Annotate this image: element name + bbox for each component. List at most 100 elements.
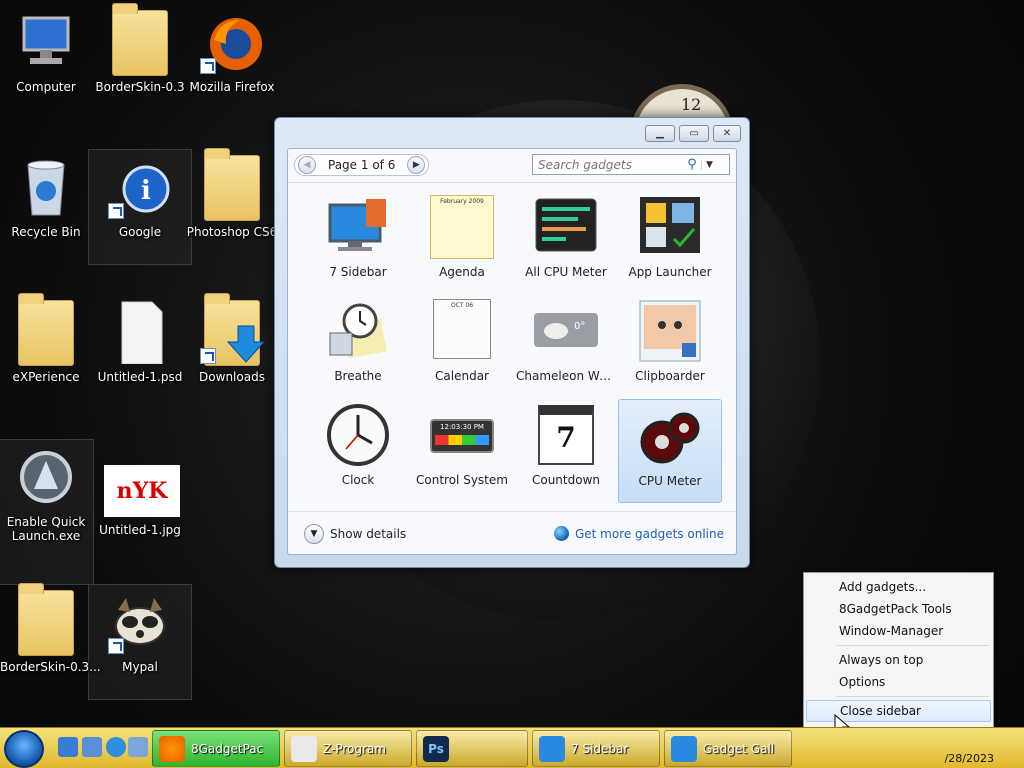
breathe-gadget-icon xyxy=(326,299,390,363)
desktop-icon-firefox[interactable]: Mozilla Firefox xyxy=(186,10,278,94)
agenda-header: February 2009 xyxy=(430,195,494,259)
desktop-icon-label: BorderSkin-0.3 xyxy=(95,80,185,94)
page-indicator: Page 1 of 6 xyxy=(328,158,396,172)
desktop-icon-experience[interactable]: eXPerience xyxy=(0,293,92,384)
desktop-icon-untitled-jpg[interactable]: nYK Untitled-1.jpg xyxy=(94,445,186,537)
desktop-icon-borderskin[interactable]: BorderSkin-0.3 xyxy=(94,3,186,94)
folder-icon xyxy=(14,293,78,366)
gadget-label: Clipboarder xyxy=(635,369,705,383)
cpu-meter-gadget-icon xyxy=(534,195,598,259)
internet-explorer-icon[interactable] xyxy=(106,737,126,757)
menu-item-window-manager[interactable]: Window-Manager xyxy=(806,620,991,642)
tray-date[interactable]: /28/2023 xyxy=(945,752,994,765)
task-photoshop[interactable]: Ps xyxy=(416,730,528,767)
get-more-gadgets-link[interactable]: Get more gadgets online xyxy=(553,526,724,541)
raccoon-icon xyxy=(108,590,172,654)
desktop-icon-computer[interactable]: Computer xyxy=(0,10,92,94)
task-z-program[interactable]: Z-Program xyxy=(284,730,412,767)
menu-item-add-gadgets[interactable]: Add gadgets... xyxy=(806,576,991,598)
gadget-chameleon-weather[interactable]: 0° Chameleon We... xyxy=(514,295,618,399)
menu-separator xyxy=(836,696,989,697)
task-7-sidebar[interactable]: 7 Sidebar xyxy=(532,730,660,767)
minimize-button[interactable]: ▁ xyxy=(645,125,675,142)
firefox-icon xyxy=(200,10,264,74)
gadget-clipboarder[interactable]: Clipboarder xyxy=(618,295,722,399)
gadget-label: Agenda xyxy=(439,265,485,279)
desktop-icon-label: Photoshop CS6 xyxy=(186,225,278,239)
gadget-agenda[interactable]: February 2009 Agenda xyxy=(410,191,514,295)
chevron-down-icon: ▼ xyxy=(304,524,324,544)
desktop-icon-label: Untitled-1.psd xyxy=(97,370,183,384)
show-details-label: Show details xyxy=(330,527,407,541)
agenda-gadget-icon: February 2009 xyxy=(430,195,494,259)
gadget-gallery-window[interactable]: ▁ ▭ ✕ ◀ Page 1 of 6 ▶ ⚲ ▼ 7 Sidebar Febr… xyxy=(274,117,750,568)
task-gadget-gallery[interactable]: Gadget Gall xyxy=(664,730,792,767)
taskbar: 8GadgetPac Z-Program Ps 7 Sidebar Gadget… xyxy=(0,727,1024,768)
switch-windows-icon[interactable] xyxy=(128,737,148,757)
next-page-button[interactable]: ▶ xyxy=(407,156,426,174)
menu-item-gadgetpack-tools[interactable]: 8GadgetPack Tools xyxy=(806,598,991,620)
gadget-calendar[interactable]: OCT 06 Calendar xyxy=(410,295,514,399)
gadget-label: Control System xyxy=(416,473,508,487)
desktop-icon-label: Mypal xyxy=(122,660,158,674)
maximize-button[interactable]: ▭ xyxy=(679,125,709,142)
gadget-label: Breathe xyxy=(334,369,382,383)
control-system-gadget-icon: 12:03:30 PM xyxy=(430,403,494,467)
desktop-icon-label: Enable Quick Launch.exe xyxy=(6,515,86,543)
menu-item-options[interactable]: Options xyxy=(806,671,991,693)
monitor-gadget-icon xyxy=(326,195,390,259)
desktop-icon-recycle-bin[interactable]: Recycle Bin xyxy=(0,155,92,239)
chevron-down-icon[interactable]: ▼ xyxy=(701,159,717,170)
window-controls: ▁ ▭ ✕ xyxy=(645,125,741,142)
firefox-icon xyxy=(159,735,185,762)
gadget-label: Clock xyxy=(341,473,375,487)
previous-page-button[interactable]: ◀ xyxy=(298,156,316,174)
search-input[interactable] xyxy=(533,157,683,172)
svg-text:i: i xyxy=(141,176,151,206)
gadget-clock[interactable]: Clock xyxy=(306,399,410,503)
menu-item-always-on-top[interactable]: Always on top xyxy=(806,649,991,671)
desktop-icon-enable-quick-launch[interactable]: Enable Quick Launch.exe xyxy=(0,439,94,585)
gadget-countdown[interactable]: 7 Countdown xyxy=(514,399,618,503)
task-8gadgetpack[interactable]: 8GadgetPac xyxy=(152,730,280,767)
gadget-label: CPU Meter xyxy=(638,474,702,488)
countdown-number: 7 xyxy=(538,405,594,465)
gadget-label: App Launcher xyxy=(628,265,712,279)
divider xyxy=(288,511,736,512)
get-more-gadgets-label: Get more gadgets online xyxy=(574,526,724,541)
zip-folder-icon xyxy=(14,583,78,656)
show-desktop-icon[interactable] xyxy=(58,737,78,757)
gadget-control-system[interactable]: 12:03:30 PM Control System xyxy=(410,399,514,503)
gadget-label: Countdown xyxy=(531,473,600,487)
gadget-label: Calendar xyxy=(435,369,489,383)
start-button[interactable] xyxy=(4,730,44,768)
shortcut-arrow-icon xyxy=(200,58,216,74)
desktop-icon-photoshop[interactable]: Photoshop CS6 xyxy=(186,148,278,239)
clock-gadget-icon xyxy=(326,403,390,467)
photoshop-icon: Ps xyxy=(423,735,449,762)
desktop-icon-label: Untitled-1.jpg xyxy=(99,523,181,537)
task-label: Gadget Gall xyxy=(703,741,775,756)
desktop-icon-mypal[interactable]: Mypal xyxy=(88,584,192,700)
search-box[interactable]: ⚲ ▼ xyxy=(532,154,730,175)
gadget-cpu-meter[interactable]: CPU Meter xyxy=(618,399,722,503)
desktop-icon-label: eXPerience xyxy=(12,370,80,384)
desktop-icon-untitled-psd[interactable]: Untitled-1.psd xyxy=(94,300,186,384)
gadget-label: All CPU Meter xyxy=(525,265,607,279)
recycle-bin-icon xyxy=(14,155,78,219)
search-icon[interactable]: ⚲ xyxy=(683,157,701,172)
show-details-toggle[interactable]: ▼ Show details xyxy=(304,524,406,544)
desktop-icon-borderskin-zip[interactable]: BorderSkin-0.3... xyxy=(0,583,101,674)
menu-separator xyxy=(836,645,989,646)
gadget-app-launcher[interactable]: App Launcher xyxy=(618,191,722,295)
explorer-icon[interactable] xyxy=(82,737,102,757)
gadget-all-cpu-meter[interactable]: All CPU Meter xyxy=(514,191,618,295)
desktop-icon-google[interactable]: i Google xyxy=(88,149,192,265)
gadget-breathe[interactable]: Breathe xyxy=(306,295,410,399)
desktop-icon-downloads[interactable]: Downloads xyxy=(186,293,278,384)
clipboarder-gadget-icon xyxy=(638,299,702,363)
program-icon xyxy=(291,735,317,762)
blank-file-icon xyxy=(108,300,172,365)
close-button[interactable]: ✕ xyxy=(713,125,741,142)
gadget-7-sidebar[interactable]: 7 Sidebar xyxy=(306,191,410,295)
